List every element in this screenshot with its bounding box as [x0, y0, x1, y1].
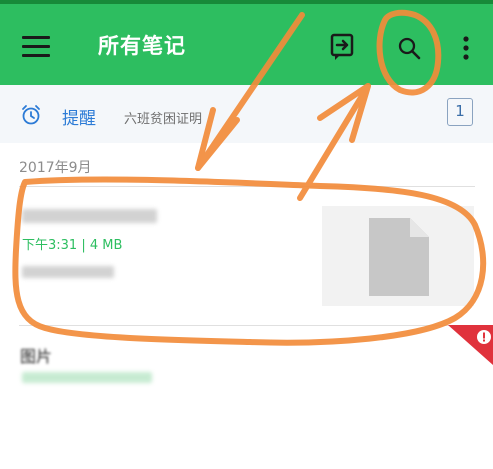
redacted-snippet [22, 372, 152, 383]
reminder-count-badge[interactable]: 1 [447, 98, 473, 126]
reminders-bar[interactable]: 提醒 六班贫困证明 1 [0, 85, 493, 143]
note-meta: 下午3:31 | 4 MB [22, 238, 123, 253]
search-icon[interactable] [397, 36, 421, 60]
alarm-icon [22, 105, 40, 125]
divider [19, 325, 493, 326]
section-header-date: 2017年9月 [19, 160, 92, 176]
note-thumbnail [322, 206, 474, 306]
sync-icon[interactable] [330, 33, 356, 61]
page-title: 所有笔记 [98, 34, 186, 58]
file-icon [369, 218, 429, 296]
reminders-label: 提醒 [62, 109, 96, 129]
menu-icon[interactable] [22, 36, 50, 58]
divider [19, 186, 475, 187]
app-bar: 所有笔记 [0, 4, 493, 85]
more-vert-icon[interactable] [462, 36, 470, 60]
reminder-note-title: 六班贫困证明 [124, 112, 203, 127]
redacted-snippet [22, 266, 114, 278]
redacted-title [22, 209, 157, 223]
alert-icon [448, 325, 493, 365]
note-title: 图片 [20, 347, 53, 366]
